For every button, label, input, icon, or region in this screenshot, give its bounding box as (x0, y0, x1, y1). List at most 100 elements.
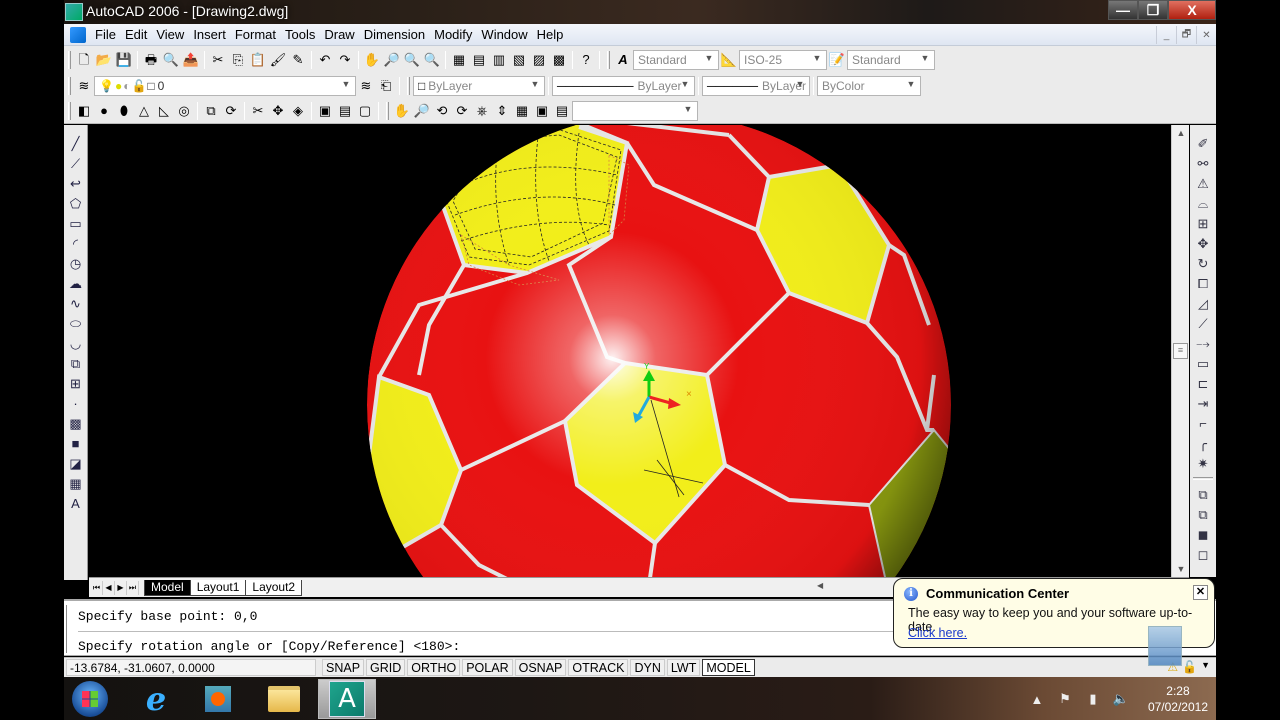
ortho-toggle[interactable]: ORTHO (407, 659, 461, 676)
status-menu-chevron-icon[interactable]: ▼ (1201, 660, 1210, 674)
revision-cloud-icon[interactable]: ☁ (67, 273, 85, 293)
menu-insert[interactable]: Insert (193, 27, 226, 42)
toolbar-grip[interactable] (68, 76, 71, 95)
rotate-icon[interactable]: ↻ (1193, 253, 1213, 273)
drawing-canvas[interactable]: × Y (89, 125, 1171, 577)
torus-icon[interactable]: ◎ (174, 101, 194, 121)
table-icon[interactable]: ▦ (67, 473, 85, 493)
setup-view-icon[interactable]: ▤ (335, 101, 355, 121)
last-tab-icon[interactable]: ⏭ (127, 580, 139, 595)
table-style-icon[interactable]: 📝 (827, 50, 847, 70)
action-center-flag-icon[interactable]: ⚑ (1056, 691, 1074, 707)
text-style-select[interactable]: Standard ▼ (633, 49, 719, 70)
cone-icon[interactable]: △ (134, 101, 154, 121)
line-icon[interactable]: ╱ (67, 133, 85, 153)
toolbar-grip[interactable] (68, 101, 71, 120)
revolve-icon[interactable]: ⟳ (221, 101, 241, 121)
multiline-text-icon[interactable]: A (67, 493, 85, 513)
interference-icon[interactable]: ◈ (288, 101, 308, 121)
help-icon[interactable]: ? (576, 50, 596, 70)
stretch-icon[interactable]: ◿ (1193, 293, 1213, 313)
properties-icon[interactable]: ▦ (449, 50, 469, 70)
linetype-select[interactable]: ───────── ByLayer ▼ (552, 75, 695, 96)
3d-continuous-orbit-icon[interactable]: ⟳ (452, 101, 472, 121)
markup-icon[interactable]: ▨ (529, 50, 549, 70)
spline-icon[interactable]: ∿ (67, 293, 85, 313)
document-icon[interactable] (70, 26, 86, 43)
menu-window[interactable]: Window (481, 27, 527, 42)
tab-layout2[interactable]: Layout2 (245, 579, 303, 596)
otrack-toggle[interactable]: OTRACK (568, 659, 629, 676)
view-select[interactable]: ▼ (572, 100, 698, 121)
block-editor-icon[interactable]: ✎ (288, 50, 308, 70)
tab-model[interactable]: Model (144, 579, 191, 596)
menu-edit[interactable]: Edit (125, 27, 147, 42)
taskbar-internet-explorer[interactable]: e (128, 680, 184, 718)
dim-style-icon[interactable]: 📐 (719, 50, 739, 70)
publish-icon[interactable]: 📤 (181, 50, 201, 70)
menu-format[interactable]: Format (235, 27, 276, 42)
copy-object-icon[interactable]: ⚯ (1193, 153, 1213, 173)
balloon-link[interactable]: Click here. (908, 626, 967, 640)
menu-file[interactable]: File (95, 27, 116, 42)
offset-icon[interactable]: ⌓ (1193, 193, 1213, 213)
cylinder-icon[interactable]: ⬮ (114, 101, 134, 121)
snap-toggle[interactable]: SNAP (322, 659, 365, 676)
make-layer-current-icon[interactable]: ≋ (356, 76, 376, 96)
plot-preview-icon[interactable]: 🔍 (161, 50, 181, 70)
plotstyle-select[interactable]: ByColor ▼ (817, 75, 921, 96)
wedge-icon[interactable]: ◺ (154, 101, 174, 121)
paste-icon[interactable]: 📋 (248, 50, 268, 70)
dim-style-select[interactable]: ISO-25 ▼ (739, 49, 827, 70)
maximize-button[interactable]: ❐ (1138, 0, 1168, 20)
explode-icon[interactable]: ✷ (1193, 453, 1213, 473)
scale-icon[interactable]: ⧠ (1193, 273, 1213, 293)
front-clip-icon[interactable]: ▣ (532, 101, 552, 121)
redo-icon[interactable]: ↷ (335, 50, 355, 70)
scroll-up-icon[interactable]: ▲ (1172, 125, 1190, 141)
undo-icon[interactable]: ↶ (315, 50, 335, 70)
open-icon[interactable]: 📂 (94, 50, 114, 70)
layer-previous-icon[interactable]: ⎗ (376, 76, 396, 96)
3d-adjust-distance-icon[interactable]: ⇕ (492, 101, 512, 121)
calculator-icon[interactable]: ▩ (549, 50, 569, 70)
scroll-down-icon[interactable]: ▼ (1172, 561, 1190, 577)
point-icon[interactable]: · (67, 393, 85, 413)
toolbar-lock-icon[interactable]: 🔓 (1182, 660, 1197, 674)
toolbar-grip[interactable] (607, 50, 610, 69)
command-line-grip[interactable] (66, 605, 70, 653)
plot-icon[interactable]: 🖶 (141, 50, 161, 70)
color-select[interactable]: □ ByLayer ▼ (413, 75, 545, 96)
section-icon[interactable]: ✥ (268, 101, 288, 121)
menu-draw[interactable]: Draw (324, 27, 354, 42)
save-icon[interactable]: 💾 (114, 50, 134, 70)
rectangle-icon[interactable]: ▭ (67, 213, 85, 233)
ellipse-arc-icon[interactable]: ◡ (67, 333, 85, 353)
erase-icon[interactable]: ✐ (1193, 133, 1213, 153)
insert-block-icon[interactable]: ⧉ (67, 353, 85, 373)
model-space-toggle[interactable]: MODEL (702, 659, 755, 676)
extend-icon[interactable]: ⤍ (1193, 333, 1213, 353)
zoom-realtime-icon[interactable]: 🔎 (382, 50, 402, 70)
communication-center-icon[interactable] (1148, 626, 1182, 666)
dyn-toggle[interactable]: DYN (630, 659, 665, 676)
tool-palettes-icon[interactable]: ▥ (489, 50, 509, 70)
back-clip-icon[interactable]: ▤ (552, 101, 572, 121)
arc-icon[interactable]: ◜ (67, 233, 85, 253)
circle-icon[interactable]: ◷ (67, 253, 85, 273)
send-under-icon[interactable]: ◻ (1193, 544, 1213, 564)
toolbar-grip[interactable] (386, 101, 389, 120)
copy-icon[interactable]: ⎘ (228, 50, 248, 70)
region-icon[interactable]: ◪ (67, 453, 85, 473)
layer-manager-icon[interactable]: ≋ (74, 76, 94, 96)
trim-icon[interactable]: ⟋ (1193, 313, 1213, 333)
polygon-icon[interactable]: ⬠ (67, 193, 85, 213)
power-icon[interactable]: ▮ (1084, 691, 1102, 707)
first-tab-icon[interactable]: ⏮ (91, 580, 103, 595)
lineweight-select[interactable]: ────── ByLayer ▼ (702, 75, 810, 96)
polyline-icon[interactable]: ↩ (67, 173, 85, 193)
grid-toggle[interactable]: GRID (366, 659, 406, 676)
minimize-button[interactable]: — (1108, 0, 1138, 20)
menu-tools[interactable]: Tools (285, 27, 315, 42)
soccer-ball[interactable] (367, 125, 979, 577)
